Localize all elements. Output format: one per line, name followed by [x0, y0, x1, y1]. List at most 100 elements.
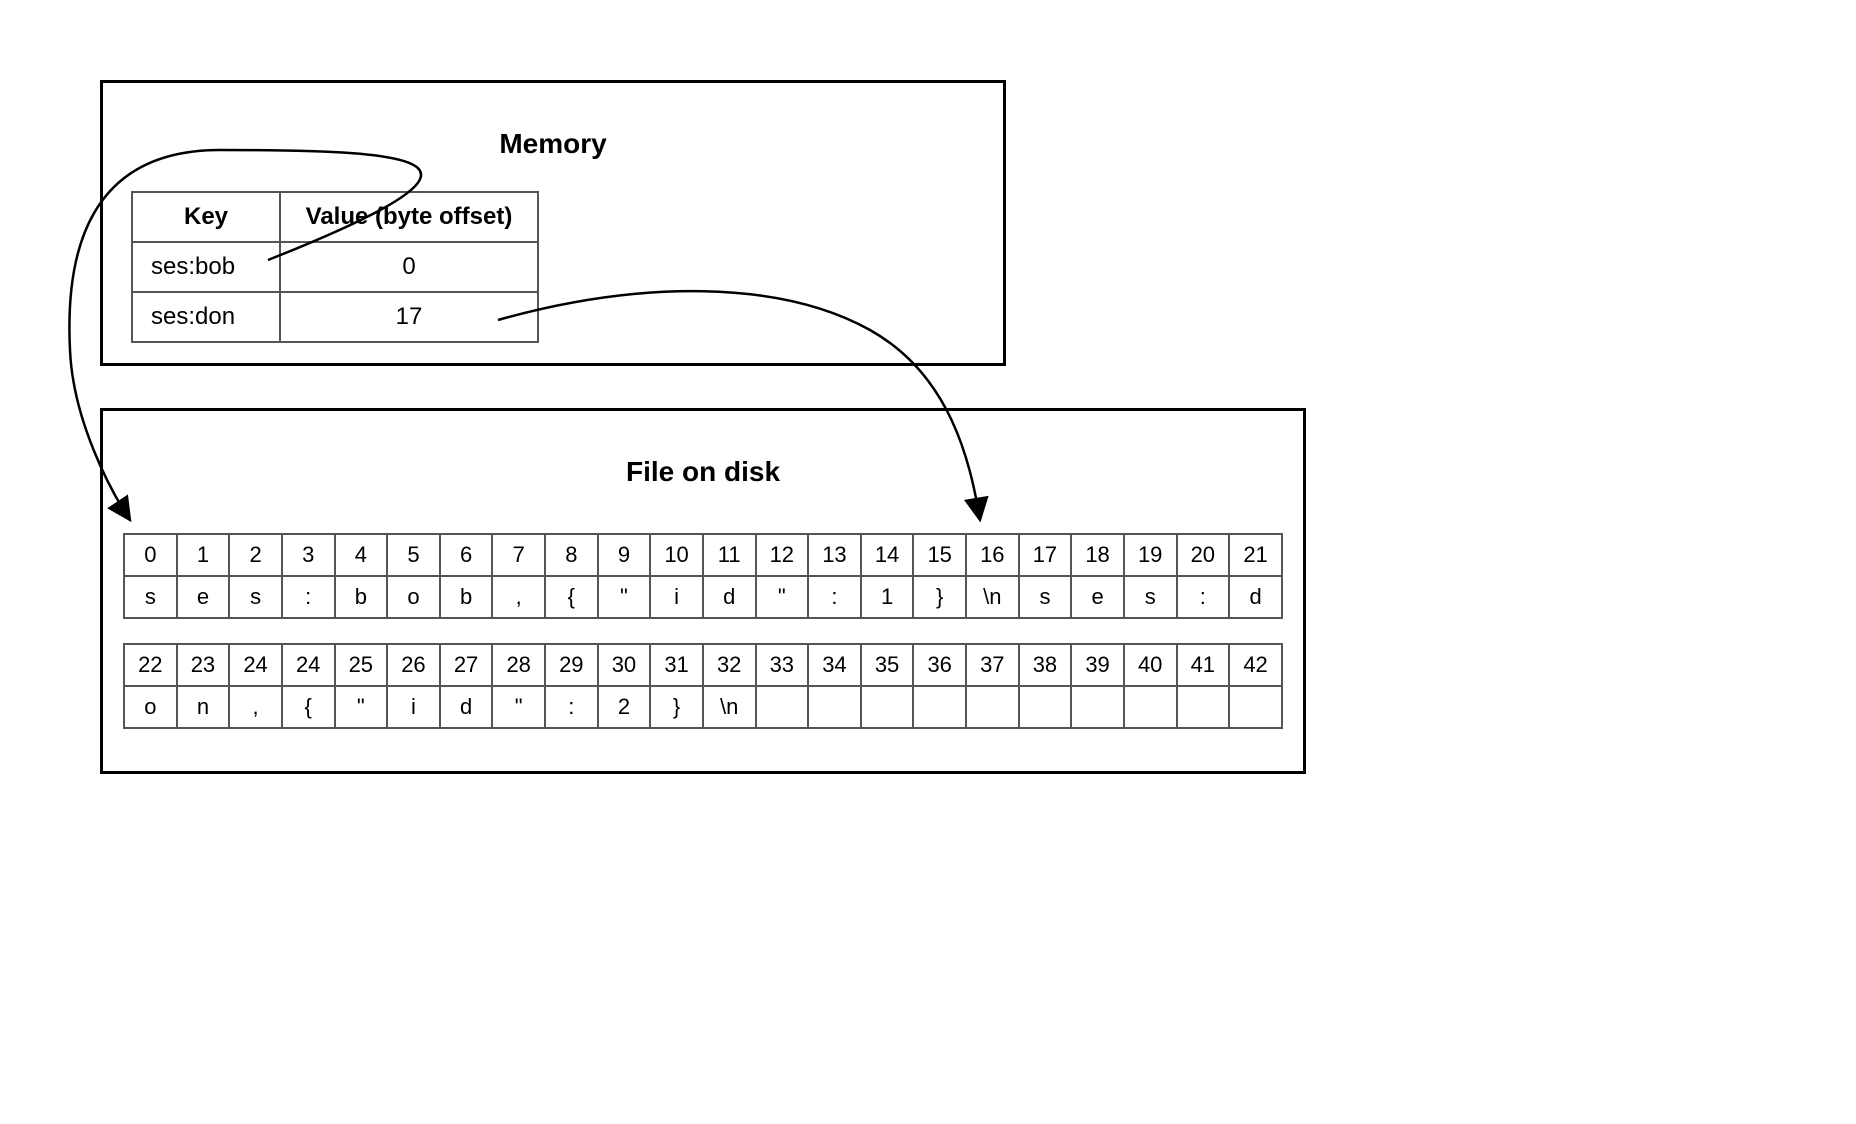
byte-offset-cell: 36 [913, 644, 966, 686]
byte-offset-cell: 26 [387, 644, 440, 686]
cell-key: ses:bob [132, 242, 280, 292]
table-row: ses:bob 0 [132, 242, 538, 292]
byte-char-cell [756, 686, 809, 728]
byte-offset-cell: 25 [335, 644, 388, 686]
byte-offset-cell: 17 [1019, 534, 1072, 576]
byte-char-cell: d [1229, 576, 1282, 618]
byte-offset-cell: 14 [861, 534, 914, 576]
byte-char-cell [1229, 686, 1282, 728]
byte-offset-cell: 7 [492, 534, 545, 576]
byte-char-cell: s [1124, 576, 1177, 618]
table-header-row: Key Value (byte offset) [132, 192, 538, 242]
byte-char-cell: : [282, 576, 335, 618]
byte-offset-cell: 27 [440, 644, 493, 686]
byte-offset-cell: 19 [1124, 534, 1177, 576]
memory-title: Memory [103, 128, 1003, 160]
byte-char-cell: 2 [598, 686, 651, 728]
byte-offset-cell: 39 [1071, 644, 1124, 686]
byte-offset-cell: 10 [650, 534, 703, 576]
byte-char-cell: : [545, 686, 598, 728]
byte-char-cell: \n [703, 686, 756, 728]
cell-value: 0 [280, 242, 538, 292]
byte-offset-cell: 35 [861, 644, 914, 686]
byte-char-cell: , [492, 576, 545, 618]
byte-char-cell: } [650, 686, 703, 728]
cell-key: ses:don [132, 292, 280, 342]
byte-offset-cell: 12 [756, 534, 809, 576]
byte-char-cell: { [545, 576, 598, 618]
byte-char-cell: o [124, 686, 177, 728]
byte-char-cell: : [1177, 576, 1230, 618]
byte-char-cell: \n [966, 576, 1019, 618]
byte-chars-row: ses:bob,{"id":1}\nses:d [124, 576, 1282, 618]
byte-offset-cell: 24 [229, 644, 282, 686]
byte-char-cell: o [387, 576, 440, 618]
col-value: Value (byte offset) [280, 192, 538, 242]
byte-char-cell: " [756, 576, 809, 618]
byte-offset-cell: 24 [282, 644, 335, 686]
byte-offset-cell: 13 [808, 534, 861, 576]
byte-offset-cell: 20 [1177, 534, 1230, 576]
memory-index-table: Key Value (byte offset) ses:bob 0 ses:do… [131, 191, 539, 343]
byte-offset-cell: 8 [545, 534, 598, 576]
byte-offset-cell: 18 [1071, 534, 1124, 576]
byte-char-cell: e [1071, 576, 1124, 618]
byte-char-cell: { [282, 686, 335, 728]
byte-offset-cell: 11 [703, 534, 756, 576]
byte-offset-cell: 33 [756, 644, 809, 686]
byte-char-cell [1124, 686, 1177, 728]
byte-offset-cell: 42 [1229, 644, 1282, 686]
cell-value: 17 [280, 292, 538, 342]
col-key: Key [132, 192, 280, 242]
byte-char-cell: , [229, 686, 282, 728]
byte-char-cell [861, 686, 914, 728]
byte-char-cell: s [229, 576, 282, 618]
byte-char-cell: s [1019, 576, 1072, 618]
byte-offsets-row: 2223242425262728293031323334353637383940… [124, 644, 1282, 686]
byte-offset-cell: 41 [1177, 644, 1230, 686]
byte-char-cell: " [598, 576, 651, 618]
byte-char-cell [1019, 686, 1072, 728]
byte-char-cell: " [492, 686, 545, 728]
disk-box: File on disk 012345678910111213141516171… [100, 408, 1306, 774]
byte-offset-cell: 37 [966, 644, 1019, 686]
byte-char-cell [966, 686, 1019, 728]
byte-char-cell: } [913, 576, 966, 618]
byte-char-cell: 1 [861, 576, 914, 618]
byte-offset-cell: 6 [440, 534, 493, 576]
disk-title: File on disk [103, 456, 1303, 488]
byte-offset-cell: 9 [598, 534, 651, 576]
byte-offset-cell: 5 [387, 534, 440, 576]
byte-offset-cell: 22 [124, 644, 177, 686]
byte-offset-cell: 32 [703, 644, 756, 686]
byte-char-cell: s [124, 576, 177, 618]
byte-table-row2: 2223242425262728293031323334353637383940… [123, 643, 1283, 729]
byte-char-cell: " [335, 686, 388, 728]
byte-char-cell: : [808, 576, 861, 618]
byte-char-cell [808, 686, 861, 728]
byte-char-cell: n [177, 686, 230, 728]
byte-offset-cell: 30 [598, 644, 651, 686]
byte-char-cell: e [177, 576, 230, 618]
byte-char-cell: b [440, 576, 493, 618]
byte-table-row1: 0123456789101112131415161718192021 ses:b… [123, 533, 1283, 619]
diagram-canvas: Memory Key Value (byte offset) ses:bob 0… [0, 0, 1856, 1124]
byte-offset-cell: 3 [282, 534, 335, 576]
byte-offset-cell: 21 [1229, 534, 1282, 576]
byte-offset-cell: 4 [335, 534, 388, 576]
byte-offset-cell: 0 [124, 534, 177, 576]
byte-char-cell [913, 686, 966, 728]
byte-offset-cell: 29 [545, 644, 598, 686]
byte-char-cell: i [650, 576, 703, 618]
table-row: ses:don 17 [132, 292, 538, 342]
byte-offset-cell: 2 [229, 534, 282, 576]
byte-offset-cell: 23 [177, 644, 230, 686]
byte-chars-row: on,{"id":2}\n [124, 686, 1282, 728]
byte-offset-cell: 28 [492, 644, 545, 686]
byte-offset-cell: 38 [1019, 644, 1072, 686]
byte-char-cell [1177, 686, 1230, 728]
byte-char-cell [1071, 686, 1124, 728]
byte-offset-cell: 15 [913, 534, 966, 576]
memory-box: Memory Key Value (byte offset) ses:bob 0… [100, 80, 1006, 366]
byte-char-cell: i [387, 686, 440, 728]
